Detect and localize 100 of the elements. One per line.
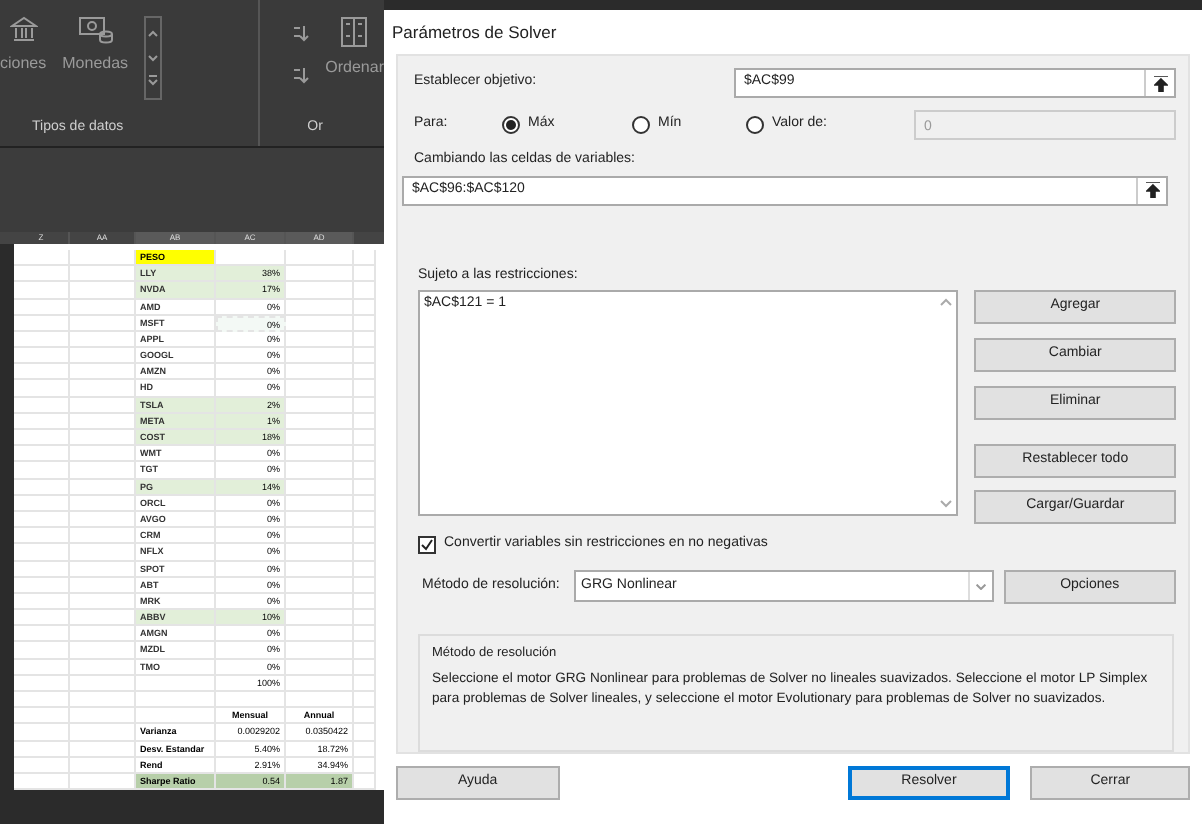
table-cell [136, 708, 216, 725]
table-cell [354, 577, 376, 594]
ribbon-label[interactable]: ciones [0, 52, 47, 76]
table-cell [286, 348, 354, 365]
table-cell [354, 462, 376, 480]
table-cell [354, 430, 376, 447]
checkbox[interactable] [418, 535, 436, 554]
table-cell [286, 282, 354, 300]
table-cell [70, 364, 136, 381]
table-cell [14, 724, 70, 742]
table-cell [70, 561, 136, 578]
table-cell [286, 659, 354, 676]
table-cell [14, 511, 70, 529]
table-cell [354, 659, 376, 676]
table-cell [14, 561, 70, 578]
table-cell [14, 430, 70, 447]
table-cell [70, 708, 136, 725]
table-cell [70, 692, 136, 709]
table-cell [70, 593, 136, 611]
table-cell [354, 708, 376, 725]
table-cell [14, 413, 70, 431]
table-cell [286, 610, 354, 627]
table-cell [14, 675, 70, 693]
table-cell [286, 413, 354, 431]
table-cell [14, 593, 70, 611]
table-cell [70, 315, 136, 332]
table-cell [286, 446, 354, 463]
table-cell [136, 692, 216, 709]
table-cell [70, 675, 136, 693]
table-cell [354, 413, 376, 431]
table-cell [286, 430, 354, 447]
table-cell [14, 348, 70, 365]
table-cell [70, 724, 136, 742]
table-cell [354, 642, 376, 660]
table-cell [14, 397, 70, 414]
table-cell [14, 692, 70, 709]
table-cell [354, 397, 376, 414]
sort-descending-icon[interactable] [291, 66, 310, 84]
sort-icon[interactable] [340, 16, 369, 48]
scroll-up-icon[interactable] [940, 298, 953, 306]
table-cell [354, 626, 376, 643]
table-cell [286, 528, 354, 545]
table-cell [14, 299, 70, 316]
table-cell [286, 544, 354, 562]
table-cell [14, 446, 70, 463]
table-cell [286, 593, 354, 611]
table-cell [70, 462, 136, 480]
table-cell [70, 446, 136, 463]
table-cell [354, 331, 376, 349]
table-cell [70, 642, 136, 660]
table-cell [70, 626, 136, 643]
table-cell [70, 544, 136, 562]
table-cell [286, 479, 354, 496]
table-cell [14, 741, 70, 758]
bank-icon[interactable] [9, 16, 38, 44]
table-cell [14, 315, 70, 332]
table-cell [286, 495, 354, 512]
table-cell [70, 659, 136, 676]
table-cell [286, 675, 354, 693]
table-cell [70, 380, 136, 398]
table-cell [14, 282, 70, 300]
table-cell [286, 511, 354, 529]
caret-icon[interactable] [967, 572, 992, 600]
currency-icon[interactable] [77, 16, 114, 44]
table-cell [14, 610, 70, 627]
table-cell [286, 364, 354, 381]
table-cell [70, 511, 136, 529]
table-cell [70, 757, 136, 774]
table-cell [354, 561, 376, 578]
table-cell [354, 544, 376, 562]
table-cell [354, 348, 376, 365]
table-cell [14, 577, 70, 594]
ribbon-label[interactable]: Ordenar [325, 56, 384, 80]
table-cell [354, 692, 376, 709]
table-cell [14, 462, 70, 480]
table-cell [286, 249, 354, 267]
table-cell [14, 642, 70, 660]
table-cell [70, 528, 136, 545]
table-cell [14, 544, 70, 562]
table-cell [14, 479, 70, 496]
table-cell [14, 659, 70, 676]
gallery-scroll-buttons[interactable] [144, 16, 163, 100]
table-cell [14, 331, 70, 349]
table-cell [136, 675, 216, 693]
table-cell [354, 249, 376, 267]
table-cell [70, 741, 136, 758]
table-cell [286, 266, 354, 283]
table-cell [354, 299, 376, 316]
table-cell [286, 299, 354, 316]
table-cell [286, 692, 354, 709]
table-cell [286, 331, 354, 349]
table-cell [354, 724, 376, 742]
table-cell [70, 348, 136, 365]
table-cell [286, 462, 354, 480]
sort-ascending-icon[interactable] [291, 24, 310, 42]
table-cell [70, 331, 136, 349]
scroll-down-icon[interactable] [940, 500, 953, 508]
ribbon-label[interactable]: Monedas [62, 52, 129, 76]
table-cell [70, 299, 136, 316]
table-cell [14, 266, 70, 283]
